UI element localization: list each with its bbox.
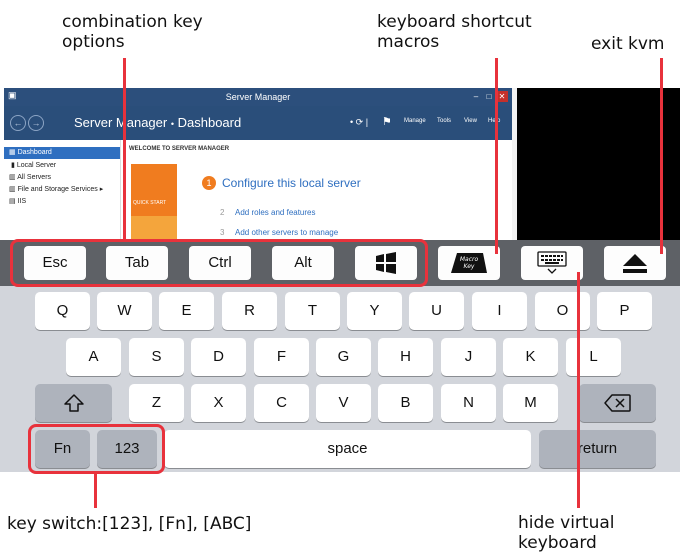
key-t[interactable]: T [285,292,340,330]
key-q[interactable]: Q [35,292,90,330]
back-icon[interactable]: ← [10,115,26,131]
sidebar-item-label: All Servers [17,174,52,181]
space-key[interactable]: space [164,430,531,468]
remote-screen-black-area [517,88,680,240]
svg-text:Macro: Macro [460,256,479,263]
macro-key-icon: Macro Key [451,253,487,273]
backspace-key[interactable] [579,384,656,422]
macros-pointer [495,58,498,254]
quick-start-label: QUICK START [133,200,167,206]
server-manager-sidebar: ▦ Dashboard ▮ Local Server ▥ All Servers… [4,140,121,240]
sidebar-item-label: Dashboard [17,149,52,156]
flag-icon[interactable]: ⚑ [382,115,392,128]
annotation-exit-kvm: exit kvm [591,34,665,54]
breadcrumb: Server Manager • Dashboard [74,115,241,130]
key-r[interactable]: R [222,292,277,330]
refresh-icon[interactable]: • ⟳ | [350,117,368,128]
sidebar-item-local-server[interactable]: ▮ Local Server [4,160,120,172]
server-manager-header: ← → Server Manager • Dashboard • ⟳ | ⚑ M… [4,106,512,140]
key-switch-highlight [28,424,165,474]
key-n[interactable]: N [441,384,496,422]
step-number-2: 2 [220,208,225,217]
key-g[interactable]: G [316,338,371,376]
step-number-1: 1 [202,176,216,190]
key-s[interactable]: S [129,338,184,376]
hide-keyboard-button[interactable] [521,246,583,280]
server-manager-titlebar: ▣ Server Manager – □ ✕ [4,88,512,106]
quick-start-tile-lower [131,216,177,240]
step-number-3: 3 [220,228,225,237]
sidebar-item-iis[interactable]: ▤ IIS [4,196,120,208]
return-key[interactable]: return [539,430,656,468]
key-e[interactable]: E [159,292,214,330]
backspace-icon [603,394,631,412]
key-u[interactable]: U [409,292,464,330]
sidebar-item-all-servers[interactable]: ▥ All Servers [4,172,120,184]
eject-icon [623,254,647,273]
menu-manage[interactable]: Manage [404,118,426,124]
breadcrumb-app: Server Manager [74,115,168,130]
server-icon: ▮ [11,162,15,169]
key-b[interactable]: B [378,384,433,422]
sidebar-item-file-storage[interactable]: ▥ File and Storage Services ▸ [4,184,120,196]
annotation-key-switch: key switch:[123], [Fn], [ABC] [7,514,252,534]
forward-icon[interactable]: → [28,115,44,131]
server-manager-main: WELCOME TO SERVER MANAGER QUICK START 1 … [121,140,512,240]
key-j[interactable]: J [441,338,496,376]
add-servers-link[interactable]: Add other servers to manage [235,228,338,237]
key-y[interactable]: Y [347,292,402,330]
sidebar-item-dashboard[interactable]: ▦ Dashboard [4,147,120,159]
macro-key-button[interactable]: Macro Key [438,246,500,280]
exit-kvm-button[interactable] [604,246,666,280]
chevron-right-icon: ▸ [99,186,104,193]
key-f[interactable]: F [254,338,309,376]
svg-text:Key: Key [464,263,475,270]
key-x[interactable]: X [191,384,246,422]
keyboard-hide-icon [537,251,567,274]
annotation-combination-keys: combination key options [62,12,203,52]
storage-icon: ▥ [9,186,16,193]
key-a[interactable]: A [66,338,121,376]
breadcrumb-page: Dashboard [177,115,242,130]
iis-icon: ▤ [9,198,16,205]
shift-icon [63,394,84,412]
configure-link[interactable]: Configure this local server [222,176,361,190]
hide-keyboard-pointer [577,272,580,508]
shift-key[interactable] [35,384,112,422]
key-z[interactable]: Z [129,384,184,422]
key-v[interactable]: V [316,384,371,422]
annotation-hide-keyboard: hide virtual keyboard [518,513,615,553]
key-m[interactable]: M [503,384,558,422]
menu-tools[interactable]: Tools [437,118,451,124]
key-l[interactable]: L [566,338,621,376]
key-switch-pointer [94,474,97,508]
key-d[interactable]: D [191,338,246,376]
window-title: Server Manager [225,92,291,102]
combination-keys-pointer [123,58,126,240]
key-p[interactable]: P [597,292,652,330]
annotation-macros: keyboard shortcut macros [377,12,532,52]
maximize-icon[interactable]: □ [483,91,495,102]
key-i[interactable]: I [472,292,527,330]
servers-icon: ▥ [9,174,16,181]
add-roles-link[interactable]: Add roles and features [235,208,316,217]
key-o[interactable]: O [535,292,590,330]
quick-start-tile[interactable]: QUICK START [131,164,177,216]
key-h[interactable]: H [378,338,433,376]
combination-keys-highlight [10,239,428,287]
sidebar-item-label: IIS [17,198,27,205]
key-c[interactable]: C [254,384,309,422]
sidebar-item-label: Local Server [16,162,57,169]
key-w[interactable]: W [97,292,152,330]
menu-view[interactable]: View [464,118,477,124]
dashboard-icon: ▦ [9,149,16,156]
exit-kvm-pointer [660,58,663,254]
key-k[interactable]: K [503,338,558,376]
breadcrumb-separator: • [170,119,174,129]
minimize-icon[interactable]: – [470,91,482,102]
welcome-heading: WELCOME TO SERVER MANAGER [129,146,230,152]
sidebar-item-label: File and Storage Services [17,186,98,193]
